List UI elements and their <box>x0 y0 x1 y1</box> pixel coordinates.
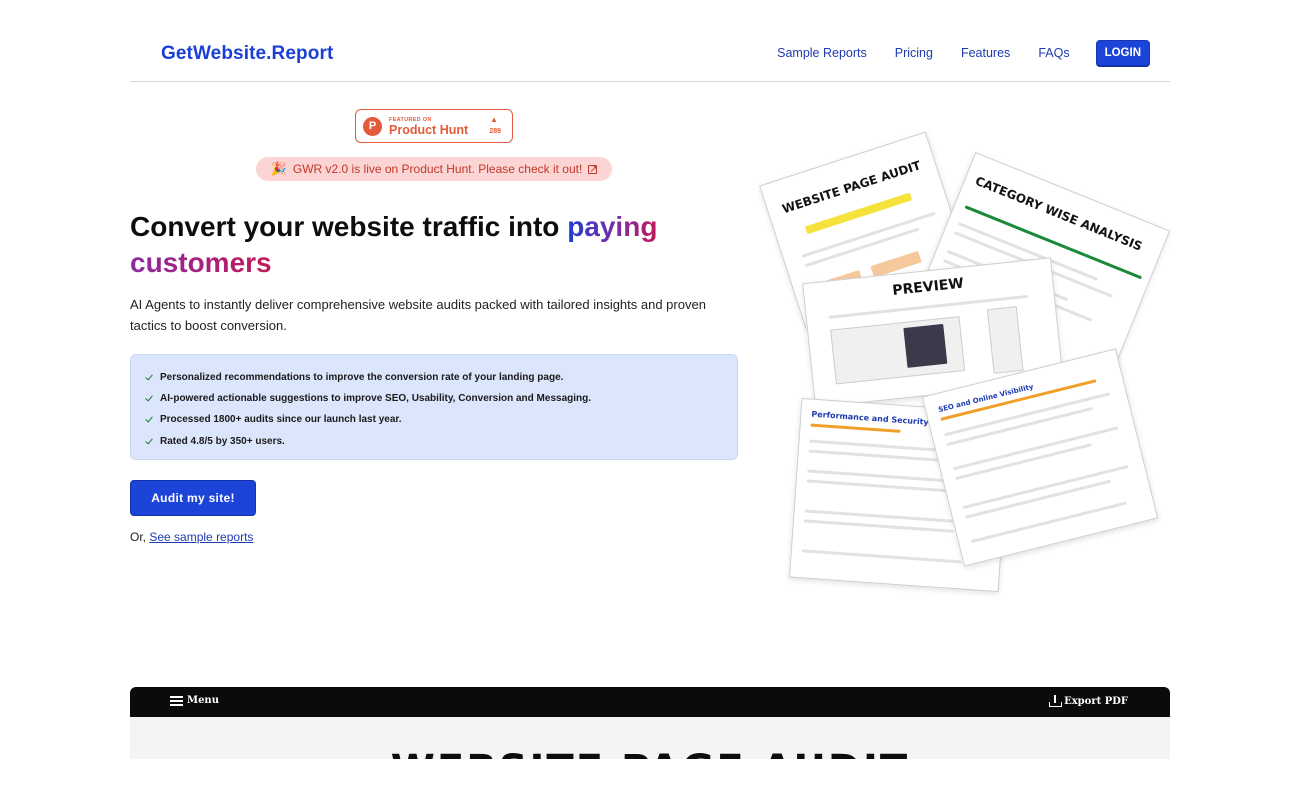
feature-list: Personalized recommendations to improve … <box>130 354 738 460</box>
check-icon <box>145 394 154 403</box>
card-title: WEBSITE PAGE AUDIT <box>780 158 923 217</box>
hero-subtext: AI Agents to instantly deliver comprehen… <box>130 297 706 333</box>
menu-button[interactable]: Menu <box>170 695 219 706</box>
demo-report-title: WEBSITE PAGE AUDIT <box>130 747 1170 759</box>
nav-sample-reports[interactable]: Sample Reports <box>777 46 867 60</box>
ph-upvote-count: 289 <box>489 128 501 135</box>
feature-item: Processed 1800+ audits since our launch … <box>145 409 723 430</box>
card-title: PREVIEW <box>891 275 965 299</box>
check-icon <box>145 373 154 382</box>
demo-report-body: WEBSITE PAGE AUDIT <box>130 717 1170 759</box>
export-pdf-button[interactable]: Export PDF <box>1049 695 1128 707</box>
demo-report-toolbar: Menu Export PDF <box>130 687 1170 717</box>
hamburger-icon <box>170 695 183 706</box>
product-hunt-icon: P <box>363 117 382 136</box>
party-popper-icon: 🎉 <box>270 161 287 176</box>
headline-highlight-1: paying <box>567 211 658 242</box>
feature-text: Processed 1800+ audits since our launch … <box>160 414 402 426</box>
check-icon <box>145 437 154 446</box>
report-collage: WEBSITE PAGE AUDIT CATEGORY WISE ANALYSI… <box>759 115 1171 595</box>
export-label: Export PDF <box>1064 695 1128 707</box>
announcement-banner[interactable]: 🎉 GWR v2.0 is live on Product Hunt. Plea… <box>256 157 612 181</box>
external-link-icon: ↗ <box>588 163 598 175</box>
feature-text: AI-powered actionable suggestions to imp… <box>160 393 592 405</box>
audit-my-site-button[interactable]: Audit my site! <box>130 480 256 516</box>
sample-reports-line: Or, See sample reports <box>130 530 253 544</box>
upvote-icon: ▲ <box>490 115 498 124</box>
brand-logo[interactable]: GetWebsite.Report <box>161 43 333 65</box>
menu-label: Menu <box>187 695 219 706</box>
nav-faqs[interactable]: FAQs <box>1038 46 1069 60</box>
hero-headline: Convert your website traffic into paying… <box>130 209 740 281</box>
feature-item: Personalized recommendations to improve … <box>145 367 723 388</box>
headline-start: Convert your website traffic into <box>130 211 560 242</box>
or-label: Or, <box>130 530 147 544</box>
feature-item: Rated 4.8/5 by 350+ users. <box>145 431 723 452</box>
download-icon <box>1049 695 1063 707</box>
feature-text: Personalized recommendations to improve … <box>160 372 564 384</box>
login-button[interactable]: LOGIN <box>1095 40 1150 66</box>
feature-text: Rated 4.8/5 by 350+ users. <box>160 435 285 447</box>
ph-name: Product Hunt <box>389 123 469 137</box>
headline-highlight-2: customers <box>130 247 272 278</box>
sample-reports-link[interactable]: See sample reports <box>149 530 253 544</box>
nav-pricing[interactable]: Pricing <box>895 46 933 60</box>
main-nav: Sample Reports Pricing Features FAQs LOG… <box>749 40 1170 66</box>
site-header: GetWebsite.Report Sample Reports Pricing… <box>130 30 1170 82</box>
product-hunt-badge[interactable]: P FEATURED ON Product Hunt ▲ 289 <box>355 109 513 143</box>
check-icon <box>145 415 154 424</box>
nav-features[interactable]: Features <box>961 46 1010 60</box>
announcement-text: GWR v2.0 is live on Product Hunt. Please… <box>292 162 583 176</box>
feature-item: AI-powered actionable suggestions to imp… <box>145 388 723 409</box>
